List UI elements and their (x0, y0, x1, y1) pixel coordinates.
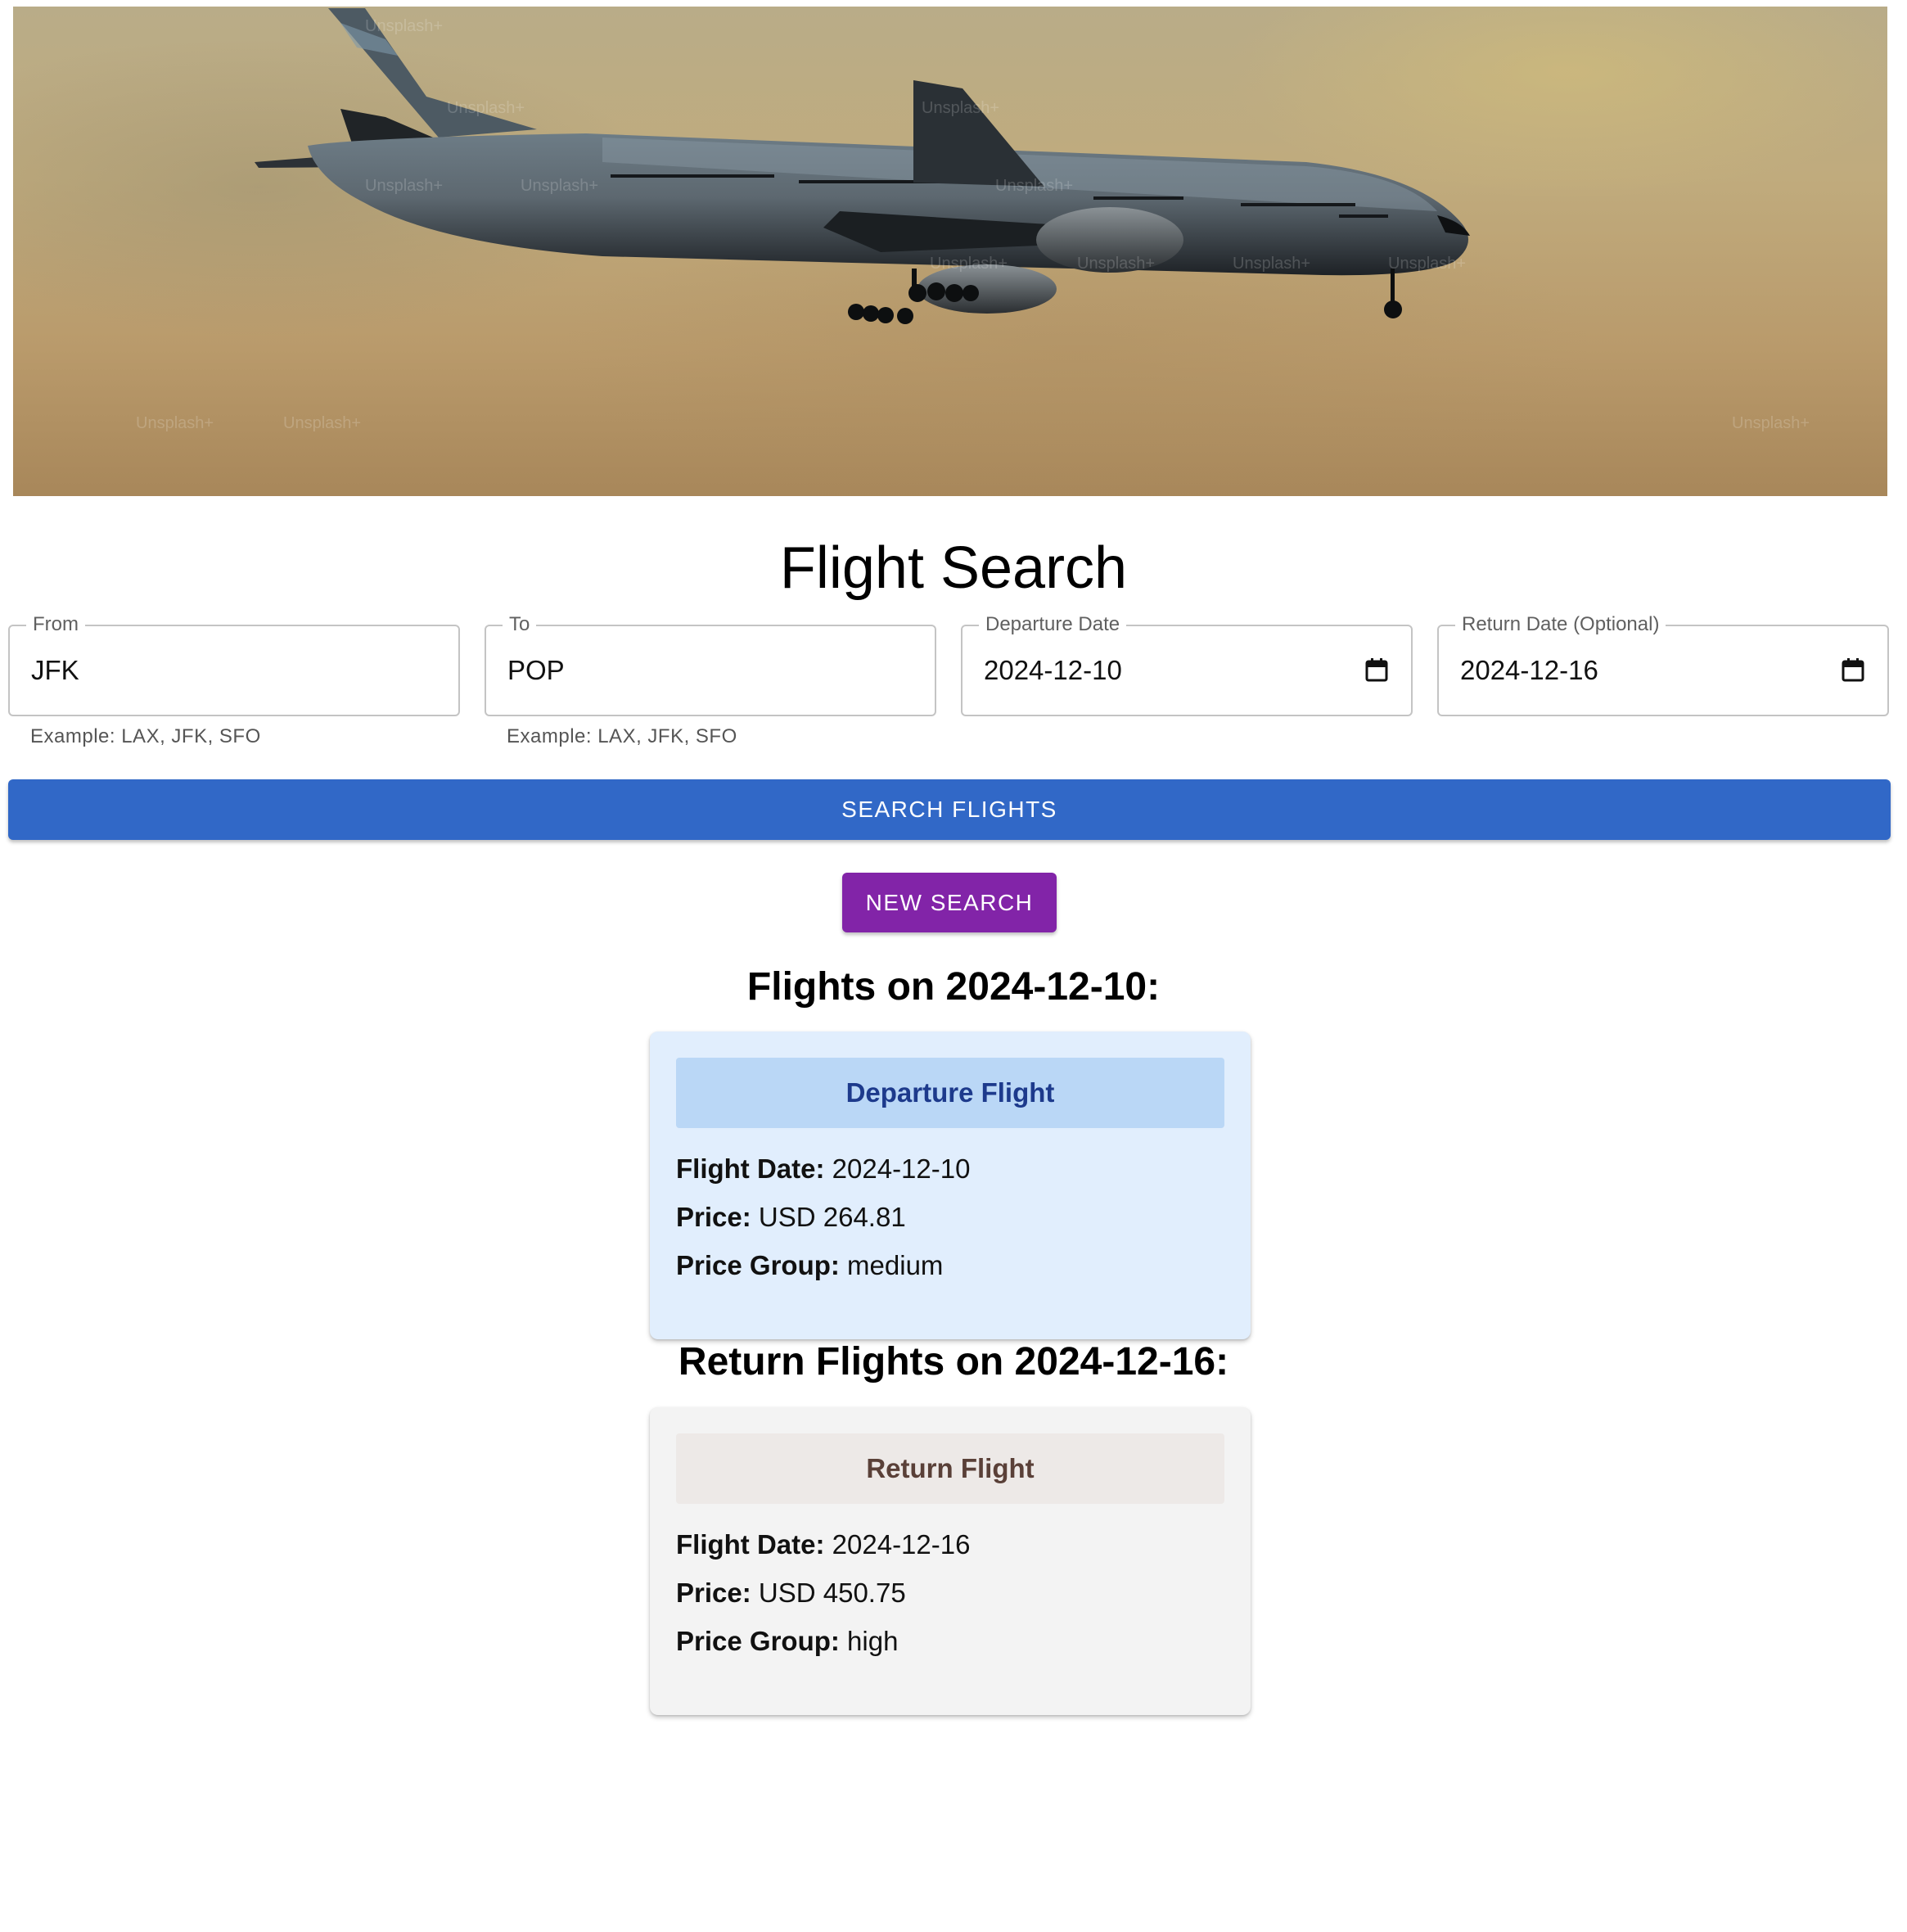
price-value: USD 450.75 (758, 1578, 906, 1608)
departure-price-group-row: Price Group: medium (676, 1249, 943, 1282)
price-group-label: Price Group: (676, 1250, 848, 1280)
svg-text:Unsplash+: Unsplash+ (922, 99, 999, 117)
flight-date-label: Flight Date: (676, 1153, 832, 1184)
svg-text:Unsplash+: Unsplash+ (136, 414, 214, 432)
departure-card-title: Departure Flight (676, 1058, 1224, 1128)
flight-search-page: Unsplash+ Unsplash+ Unsplash+ Unsplash+ … (0, 0, 1907, 1932)
svg-text:Unsplash+: Unsplash+ (995, 177, 1073, 195)
return-date-label: Return Date (Optional) (1455, 613, 1666, 636)
price-label: Price: (676, 1578, 759, 1608)
from-field[interactable]: From JFK (8, 613, 460, 716)
price-group-value: medium (847, 1250, 944, 1280)
return-date-input[interactable]: 2024-12-16 (1460, 654, 1598, 687)
from-helper-text: Example: LAX, JFK, SFO (30, 725, 261, 747)
price-group-value: high (847, 1626, 899, 1656)
flight-date-value: 2024-12-16 (832, 1529, 971, 1560)
departure-date-input[interactable]: 2024-12-10 (984, 654, 1122, 687)
calendar-icon[interactable] (1842, 657, 1864, 682)
airplane-illustration: Unsplash+ Unsplash+ Unsplash+ Unsplash+ … (136, 8, 1810, 432)
flight-date-value: 2024-12-10 (832, 1153, 971, 1184)
calendar-icon[interactable] (1365, 657, 1388, 682)
departure-results-heading: Flights on 2024-12-10: (746, 965, 1161, 1009)
from-field-label: From (26, 613, 85, 636)
price-group-label: Price Group: (676, 1626, 848, 1656)
svg-text:Unsplash+: Unsplash+ (447, 99, 525, 117)
return-flight-date-row: Flight Date: 2024-12-16 (676, 1528, 970, 1561)
svg-text:Unsplash+: Unsplash+ (1233, 255, 1310, 273)
return-price-group-row: Price Group: high (676, 1625, 898, 1658)
return-flight-card: Return Flight Flight Date: 2024-12-16 Pr… (650, 1407, 1251, 1715)
return-card-title: Return Flight (676, 1433, 1224, 1504)
hero-airplane-image: Unsplash+ Unsplash+ Unsplash+ Unsplash+ … (13, 7, 1887, 496)
svg-text:Unsplash+: Unsplash+ (365, 17, 443, 35)
svg-text:Unsplash+: Unsplash+ (365, 177, 443, 195)
svg-text:Unsplash+: Unsplash+ (930, 255, 1008, 273)
new-search-button[interactable]: NEW SEARCH (842, 873, 1057, 932)
flight-date-label: Flight Date: (676, 1529, 832, 1560)
departure-flight-date-row: Flight Date: 2024-12-10 (676, 1153, 970, 1185)
return-price-row: Price: USD 450.75 (676, 1577, 906, 1609)
svg-text:Unsplash+: Unsplash+ (283, 414, 361, 432)
departure-price-row: Price: USD 264.81 (676, 1201, 906, 1234)
svg-text:Unsplash+: Unsplash+ (1388, 255, 1466, 273)
departure-date-label: Departure Date (979, 613, 1127, 636)
from-input[interactable]: JFK (31, 654, 79, 687)
return-results-heading: Return Flights on 2024-12-16: (678, 1340, 1229, 1384)
search-flights-button[interactable]: SEARCH FLIGHTS (8, 779, 1891, 840)
to-input[interactable]: POP (507, 654, 565, 687)
price-value: USD 264.81 (758, 1202, 906, 1232)
to-field-label: To (503, 613, 537, 636)
departure-flight-card: Departure Flight Flight Date: 2024-12-10… (650, 1031, 1251, 1339)
svg-text:Unsplash+: Unsplash+ (1077, 255, 1155, 273)
page-title: Flight Search (779, 535, 1128, 601)
to-field[interactable]: To POP (485, 613, 936, 716)
svg-text:Unsplash+: Unsplash+ (1732, 414, 1810, 432)
to-helper-text: Example: LAX, JFK, SFO (507, 725, 737, 747)
price-label: Price: (676, 1202, 759, 1232)
svg-text:Unsplash+: Unsplash+ (521, 177, 598, 195)
departure-date-field[interactable]: Departure Date 2024-12-10 (961, 613, 1413, 716)
return-date-field[interactable]: Return Date (Optional) 2024-12-16 (1437, 613, 1889, 716)
